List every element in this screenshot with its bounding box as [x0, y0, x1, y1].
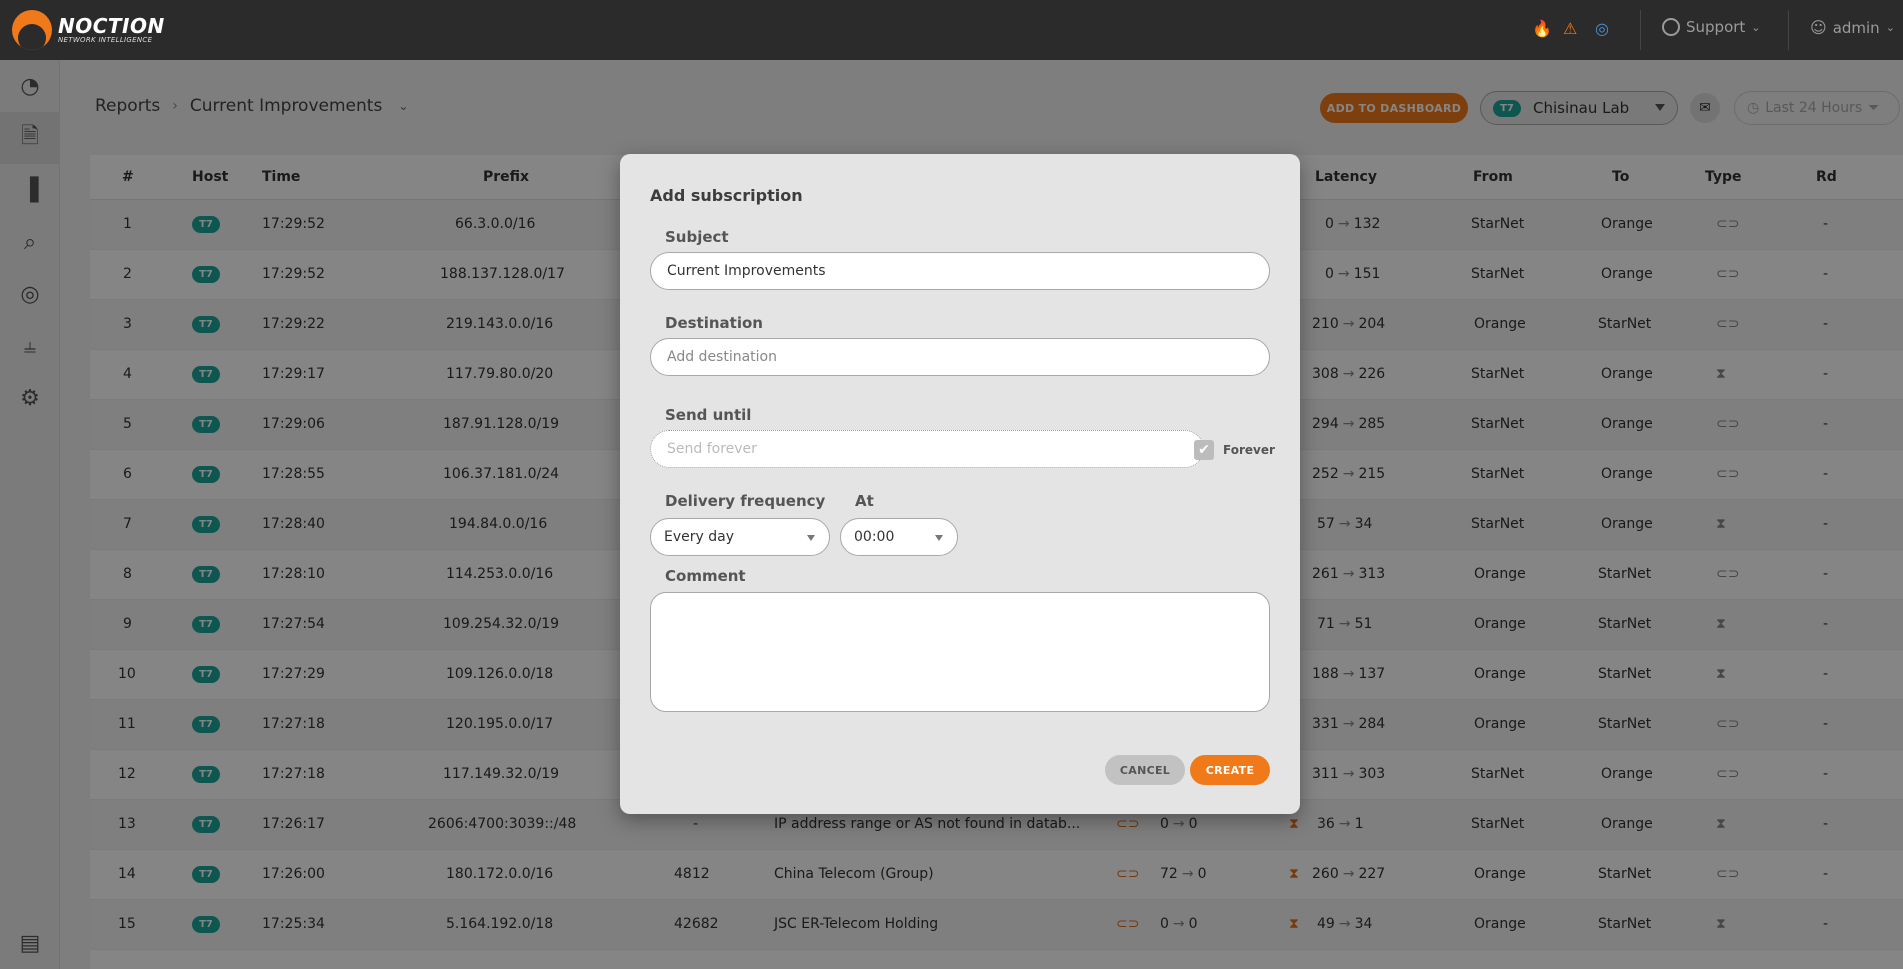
create-button[interactable]: CREATE	[1190, 755, 1270, 785]
send-until-label: Send until	[665, 406, 752, 424]
forever-checkbox[interactable]: ✔	[1194, 440, 1214, 460]
support-menu[interactable]: Support ⌄	[1662, 18, 1761, 36]
comment-label: Comment	[665, 567, 746, 585]
comment-textarea[interactable]	[650, 592, 1270, 712]
user-icon: ☺	[1810, 18, 1827, 37]
subject-label: Subject	[665, 228, 729, 246]
forever-label: Forever	[1223, 443, 1275, 457]
top-bar: NOCTION NETWORK INTELLIGENCE 🔥 ⚠ ◎ Suppo…	[0, 0, 1903, 60]
logo[interactable]: NOCTION NETWORK INTELLIGENCE	[12, 10, 165, 50]
delivery-frequency-select[interactable]: Every day	[650, 518, 830, 556]
chevron-down-icon: ⌄	[1751, 20, 1761, 34]
user-label: admin	[1832, 18, 1880, 37]
check-icon: ✔	[1198, 442, 1210, 458]
add-subscription-dialog: Add subscription Subject Current Improve…	[620, 154, 1300, 814]
chat-icon[interactable]: ◎	[1595, 18, 1609, 40]
topbar-divider	[1640, 10, 1641, 50]
subject-input[interactable]: Current Improvements	[650, 252, 1270, 290]
caret-down-icon	[807, 535, 815, 541]
support-label: Support	[1686, 18, 1746, 36]
fire-icon[interactable]: 🔥	[1532, 18, 1552, 40]
chevron-down-icon: ⌄	[1885, 21, 1895, 34]
destination-input[interactable]: Add destination	[650, 338, 1270, 376]
at-time-value: 00:00	[854, 529, 895, 545]
delivery-frequency-label: Delivery frequency	[665, 492, 826, 510]
support-globe-icon	[1662, 18, 1680, 36]
at-time-select[interactable]: 00:00	[840, 518, 958, 556]
user-menu[interactable]: ☺ admin ⌄	[1810, 18, 1895, 37]
destination-label: Destination	[665, 314, 763, 332]
dialog-title: Add subscription	[650, 186, 803, 205]
logo-mark-icon	[12, 10, 52, 50]
warning-icon[interactable]: ⚠	[1563, 18, 1577, 40]
caret-down-icon	[935, 535, 943, 541]
topbar-divider	[1788, 10, 1789, 50]
send-until-input[interactable]: Send forever	[650, 430, 1204, 468]
cancel-button[interactable]: CANCEL	[1105, 755, 1185, 785]
logo-name: NOCTION	[58, 14, 165, 38]
delivery-frequency-value: Every day	[664, 529, 734, 545]
logo-subtitle: NETWORK INTELLIGENCE	[58, 36, 153, 44]
at-label: At	[855, 492, 874, 510]
